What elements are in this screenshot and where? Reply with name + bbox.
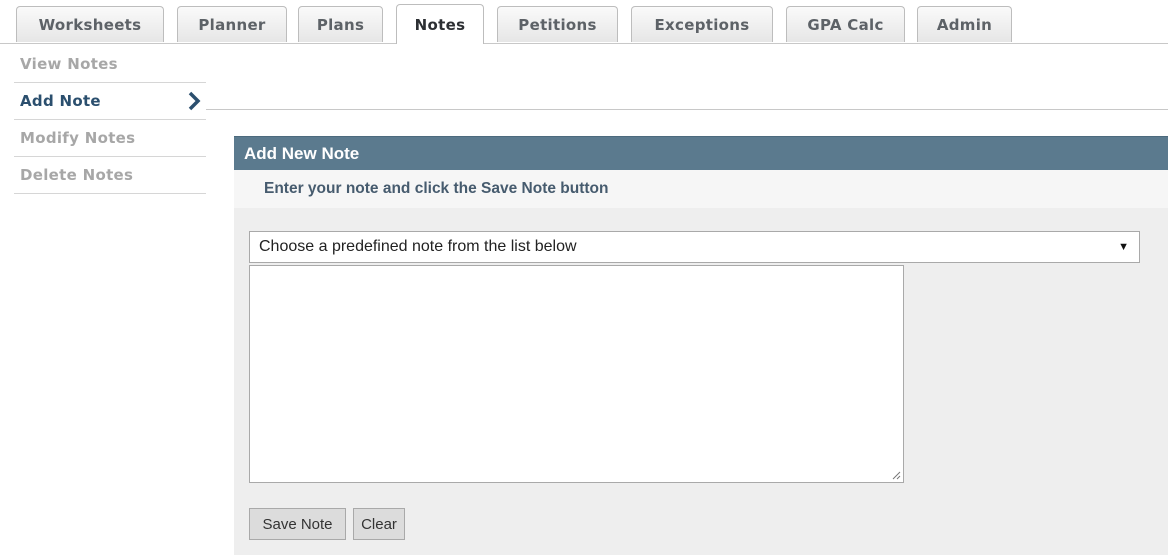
tab-bar: Worksheets Planner Plans Notes Petitions… xyxy=(0,0,1168,44)
sidebar-item-label: Modify Notes xyxy=(20,129,136,147)
tab-planner[interactable]: Planner xyxy=(177,6,287,42)
sidebar-item-label: Add Note xyxy=(20,92,101,110)
resize-handle-icon[interactable] xyxy=(891,470,901,480)
note-textarea[interactable] xyxy=(249,265,904,483)
tab-petitions[interactable]: Petitions xyxy=(497,6,618,42)
panel-title: Add New Note xyxy=(234,136,1168,170)
clear-button[interactable]: Clear xyxy=(353,508,405,540)
caret-down-icon: ▼ xyxy=(1118,241,1129,253)
tab-divider xyxy=(0,43,1168,44)
sidebar-item-modify-notes[interactable]: Modify Notes xyxy=(14,120,206,157)
content-divider xyxy=(206,109,1168,110)
tab-plans[interactable]: Plans xyxy=(298,6,383,42)
chevron-right-icon xyxy=(188,91,201,111)
sidebar-item-view-notes[interactable]: View Notes xyxy=(14,46,206,83)
notes-sidebar: View Notes Add Note Modify Notes Delete … xyxy=(14,46,206,194)
sidebar-item-label: View Notes xyxy=(20,55,118,73)
save-note-button[interactable]: Save Note xyxy=(249,508,346,540)
sidebar-item-label: Delete Notes xyxy=(20,166,134,184)
tab-gpa-calc[interactable]: GPA Calc xyxy=(786,6,905,42)
tab-exceptions[interactable]: Exceptions xyxy=(631,6,773,42)
panel-instruction: Enter your note and click the Save Note … xyxy=(234,170,1168,208)
predefined-note-select[interactable]: Choose a predefined note from the list b… xyxy=(249,231,1140,263)
select-value: Choose a predefined note from the list b… xyxy=(259,238,577,255)
sidebar-item-delete-notes[interactable]: Delete Notes xyxy=(14,157,206,194)
add-note-panel: Add New Note Enter your note and click t… xyxy=(234,136,1168,555)
tab-notes[interactable]: Notes xyxy=(396,4,484,44)
tab-worksheets[interactable]: Worksheets xyxy=(16,6,164,42)
sidebar-item-add-note[interactable]: Add Note xyxy=(14,83,206,120)
tab-admin[interactable]: Admin xyxy=(917,6,1012,42)
